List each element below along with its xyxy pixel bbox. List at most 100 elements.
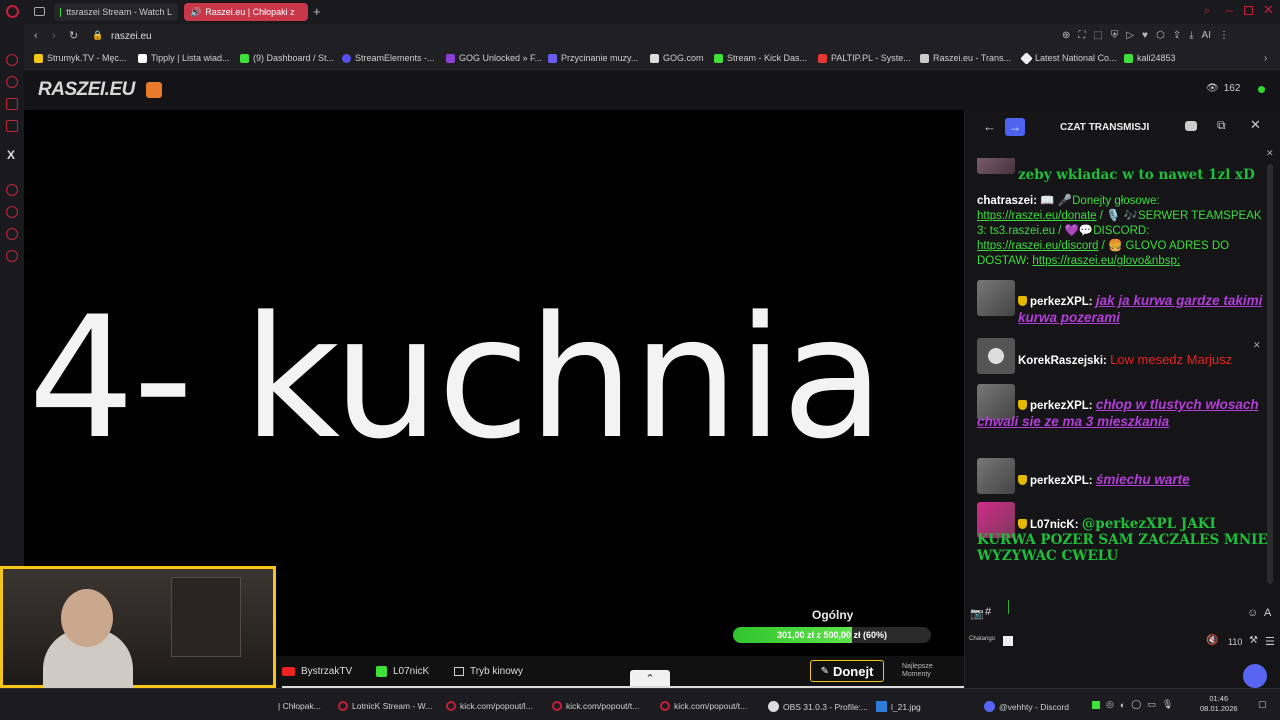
taskbar-item[interactable]: kick.com/popout/t... [552,701,639,711]
player-icon[interactable]: ▷ [1126,30,1134,41]
chat-avatar[interactable] [977,280,1015,316]
taskbar-item[interactable]: LotnicK Stream - W... [338,701,432,711]
chat-username[interactable]: perkezXPL: [1030,475,1093,487]
bookmark-gog[interactable]: GOG.com [650,53,704,63]
discord-icon[interactable] [1185,121,1197,131]
emoji-icon[interactable]: ☺ [1247,607,1258,619]
forward-icon[interactable]: › [52,30,56,42]
url-field[interactable]: raszei.eu [111,31,152,42]
chat-menu-icon[interactable]: ☰ [1265,635,1275,648]
donate-button[interactable]: ✎ Donejt [810,660,884,682]
taskbar-item[interactable]: OBS 31.0.3 - Profile:... [768,701,868,712]
clock[interactable]: 01:46 08.01.2026 [1200,694,1238,714]
sidebar-clock-icon[interactable] [6,206,18,218]
bookmark-paltip[interactable]: PALTIP.PL - Syste... [818,53,911,63]
opera-logo-icon[interactable] [6,5,19,18]
chatango-user-icon[interactable] [1003,636,1013,646]
chat-input[interactable] [1005,594,1245,622]
settings-icon[interactable]: ⚒ [1249,635,1258,646]
menu-icon[interactable]: ⋮ [1219,30,1229,41]
sidebar-ai-icon[interactable] [6,54,18,66]
bookmark-kick-dashboard[interactable]: Stream - Kick Das... [714,53,807,63]
tray-opera-icon[interactable]: ◯ [1131,699,1141,710]
sidebar-x-icon[interactable]: X [7,148,15,162]
bookmark-przycinanie[interactable]: Przycinanie muzy... [548,53,638,63]
extensions-icon[interactable]: ⬡ [1156,30,1165,41]
site-logo[interactable]: RASZEI.EU [38,79,135,101]
taskbar-item[interactable]: @vehhty - Discord [984,701,1069,712]
sidebar-pin-icon[interactable] [6,228,18,240]
tab-raszei[interactable]: 🔊 Raszei.eu | Chłopaki z [184,3,308,21]
sidebar-history-icon[interactable] [6,184,18,196]
tab-kick-stream[interactable]: ttsraszei Stream - Watch L [54,3,178,21]
discord-float-button[interactable] [1243,664,1267,688]
shield-icon[interactable]: ⛨ [1111,30,1119,41]
taskbar-item[interactable]: | Chłopak... [278,701,321,711]
popout-icon[interactable]: ⧉ [1217,118,1226,133]
sidebar-player-icon[interactable] [6,120,18,132]
share-icon[interactable]: ⇪ [1173,30,1181,41]
tray-chrome-icon[interactable]: ◎ [1106,699,1114,710]
bookmark-kali[interactable]: kali24853 [1124,53,1176,63]
back-icon[interactable]: ‹ [34,30,38,42]
best-moments-button[interactable]: Najlepsze Momenty [902,663,952,679]
reload-icon[interactable]: ↻ [69,29,78,42]
camera-icon[interactable]: 📷 [970,607,984,620]
forward-arrow-button[interactable]: → [1005,118,1025,136]
chat-username[interactable]: perkezXPL: [1030,400,1093,412]
tray-mic-icon[interactable]: 🎙 [1162,699,1173,710]
chat-avatar[interactable] [977,458,1015,494]
snapshot-icon[interactable]: ⬚ [1093,30,1102,41]
close-chat-icon[interactable]: ✕ [1250,117,1261,133]
bookmark-national[interactable]: Latest National Co... [1020,51,1117,65]
chat-avatar[interactable] [977,338,1015,374]
bookmark-streamelements[interactable]: StreamElements -... [342,53,435,63]
zoom-icon[interactable]: ⊕ [1062,30,1070,41]
taskbar-item[interactable]: kick.com/popout/l... [446,701,533,711]
tab-menu-icon[interactable] [34,7,45,16]
mute-icon[interactable]: 🔇 [1206,635,1218,646]
dismiss-icon[interactable]: ✕ [1266,148,1274,159]
taskbar-item[interactable]: l_21.jpg [876,701,921,712]
bookmark-tipply[interactable]: Tipply | Lista wiad... [138,53,230,63]
ai-icon[interactable]: AI [1202,30,1211,41]
chat-username[interactable]: L07nicK: [1030,519,1079,531]
bookmark-strumyk[interactable]: Strumyk.TV - Męc... [34,53,127,63]
tray-steam-icon[interactable]: ◐ [1120,700,1125,710]
discord-link[interactable]: https://raszei.eu/discord [977,240,1098,252]
tray-app-icon[interactable] [1092,700,1100,709]
sidebar-messenger-icon[interactable] [6,76,18,88]
search-tabs-icon[interactable]: ⌕ [1204,5,1210,18]
taskbar-item[interactable]: kick.com/popout/t... [660,701,747,711]
notifications-icon[interactable]: ▢ [1258,699,1267,710]
close-window-button[interactable]: ✕ [1263,2,1274,18]
bookmark-raszei[interactable]: Raszei.eu - Trans... [920,53,1011,63]
message-close-icon[interactable]: ✕ [1253,340,1261,351]
bookmark-dashboard[interactable]: (9) Dashboard / St... [240,53,334,63]
sub-badge-icon [1018,519,1027,529]
channel-bystrzak-button[interactable]: BystrzakTV [282,666,352,677]
sidebar-settings-icon[interactable] [6,250,18,262]
screenshot-icon[interactable]: ⛶ [1078,30,1085,41]
download-icon[interactable]: ⤓ [1189,30,1193,41]
channel-lotnick-button[interactable]: L07nicK [376,666,429,677]
tray-network-icon[interactable]: ▭ [1147,699,1156,710]
font-icon[interactable]: A [1264,607,1271,619]
kick-badge-icon[interactable] [146,82,162,98]
bookmarks-more-icon[interactable]: › [1264,53,1267,64]
sidebar-wallet-icon[interactable] [6,98,18,110]
cinema-mode-button[interactable]: Tryb kinowy [454,666,523,677]
minimize-button[interactable]: – [1226,3,1233,17]
glovo-link[interactable]: https://raszei.eu/glovo&nbsp; [1032,255,1180,267]
chat-username[interactable]: KorekRaszejski: [1018,355,1107,367]
heart-icon[interactable]: ♥ [1142,30,1148,41]
maximize-button[interactable] [1244,6,1253,15]
new-tab-button[interactable]: + [313,4,321,19]
chatango-label[interactable]: Chatango [969,636,995,642]
chat-username[interactable]: perkezXPL: [1030,296,1093,308]
hashtag-icon[interactable]: # [985,606,991,618]
back-arrow-icon[interactable]: ← [983,119,996,134]
chat-scrollbar[interactable] [1267,164,1273,584]
bookmark-gog-unlocked[interactable]: GOG Unlocked » F... [446,53,542,63]
donate-link[interactable]: https://raszei.eu/donate [977,210,1097,222]
